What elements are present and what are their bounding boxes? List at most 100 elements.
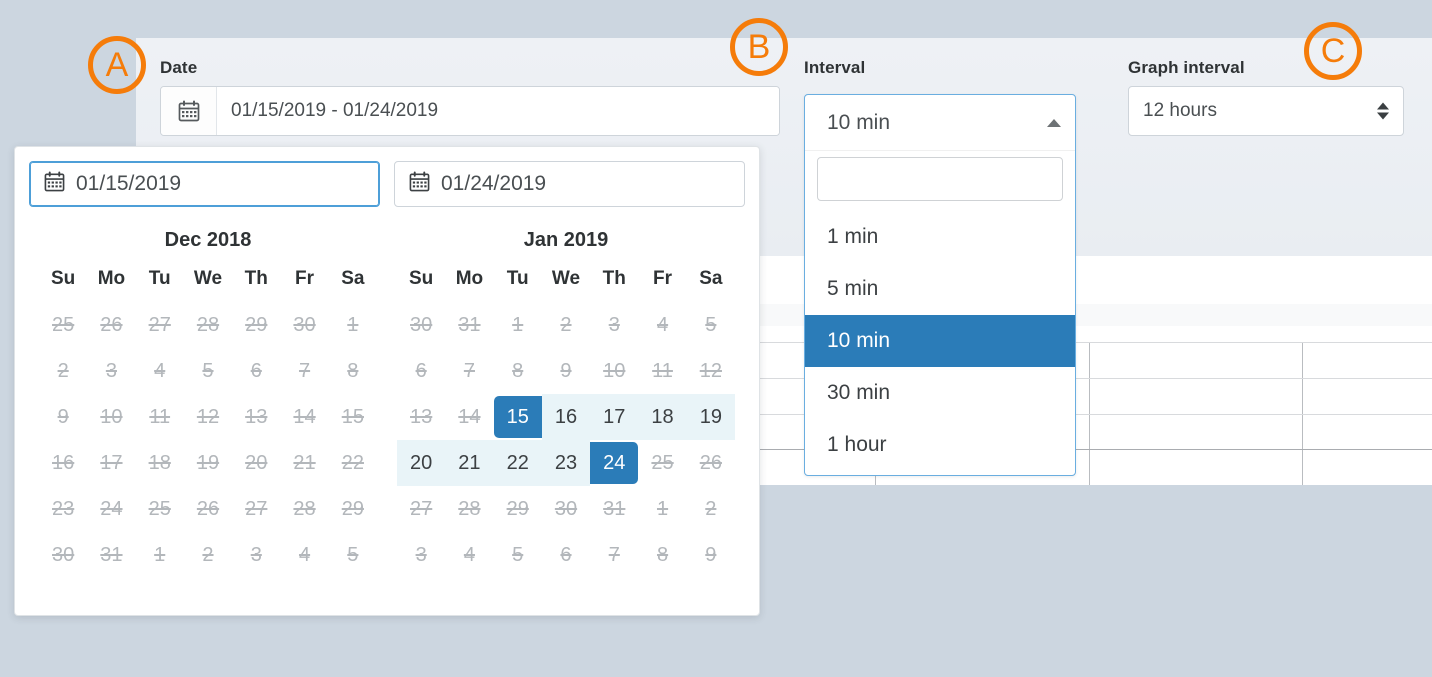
calendar-day-cell[interactable]: 8 [494, 348, 542, 394]
calendar-day-cell[interactable]: 1 [136, 532, 184, 578]
calendar-day-cell[interactable]: 16 [39, 440, 87, 486]
calendar-day-cell[interactable]: 30 [542, 486, 590, 532]
calendar-day-cell[interactable]: 27 [232, 486, 280, 532]
calendar-day-cell[interactable]: 22 [493, 440, 542, 486]
calendar-day-cell[interactable]: 11 [136, 394, 184, 440]
calendar-day-cell[interactable]: 10 [590, 348, 638, 394]
calendar-day-cell[interactable]: 9 [39, 394, 87, 440]
calendar-day-cell[interactable]: 29 [494, 486, 542, 532]
calendar-day-cell[interactable]: 5 [184, 348, 232, 394]
calendar-day-cell[interactable]: 14 [280, 394, 328, 440]
calendar-day-cell[interactable]: 5 [329, 532, 377, 578]
calendar-day-cell[interactable]: 6 [397, 348, 445, 394]
calendar-day-cell[interactable]: 31 [590, 486, 638, 532]
calendar-day-cell[interactable]: 28 [184, 302, 232, 348]
calendar-day-cell[interactable]: 4 [638, 302, 686, 348]
calendar-day-cell[interactable]: 26 [184, 486, 232, 532]
calendar-day-cell[interactable]: 29 [329, 486, 377, 532]
calendar-day-cell[interactable]: 26 [687, 440, 735, 486]
calendar-day-cell[interactable]: 30 [280, 302, 328, 348]
calendar-day-cell[interactable]: 18 [638, 394, 687, 440]
interval-option-5min[interactable]: 5 min [805, 263, 1075, 315]
calendar-day-cell[interactable]: 7 [590, 532, 638, 578]
calendar-day-cell[interactable]: 19 [184, 440, 232, 486]
calendar-day-cell[interactable]: 2 [542, 302, 590, 348]
interval-option-1min[interactable]: 1 min [805, 211, 1075, 263]
calendar-day-cell[interactable]: 9 [542, 348, 590, 394]
interval-option-30min[interactable]: 30 min [805, 367, 1075, 419]
calendar-day-cell[interactable]: 5 [687, 302, 735, 348]
calendar-day-cell[interactable]: 14 [445, 394, 493, 440]
calendar-day-cell[interactable]: 11 [638, 348, 686, 394]
calendar-day-cell[interactable]: 26 [87, 302, 135, 348]
calendar-day-cell[interactable]: 20 [397, 440, 446, 486]
caret-up-icon[interactable] [1047, 118, 1061, 127]
date-range-value[interactable]: 01/15/2019 - 01/24/2019 [217, 87, 779, 135]
calendar-day-cell[interactable]: 3 [397, 532, 445, 578]
calendar-day-cell[interactable]: 23 [541, 440, 591, 486]
calendar-day-cell[interactable]: 25 [39, 302, 87, 348]
calendar-day-cell[interactable]: 19 [686, 394, 735, 440]
calendar-day-cell[interactable]: 29 [232, 302, 280, 348]
calendar-day-cell[interactable]: 31 [445, 302, 493, 348]
calendar-day-cell[interactable]: 13 [232, 394, 280, 440]
graph-interval-select[interactable]: 12 hours [1128, 86, 1404, 136]
calendar-day-cell[interactable]: 15 [329, 394, 377, 440]
calendar-day-cell[interactable]: 7 [280, 348, 328, 394]
calendar-day-cell[interactable]: 25 [638, 440, 686, 486]
calendar-day-cell[interactable]: 28 [445, 486, 493, 532]
interval-option-10min[interactable]: 10 min [805, 315, 1075, 367]
start-date-input[interactable]: 01/15/2019 [29, 161, 380, 207]
calendar-day-cell[interactable]: 1 [329, 302, 377, 348]
calendar-icon[interactable] [161, 87, 217, 135]
calendar-day-cell[interactable]: 16 [541, 394, 591, 440]
calendar-day-cell[interactable]: 1 [638, 486, 686, 532]
calendar-day-cell[interactable]: 30 [397, 302, 445, 348]
calendar-day-cell[interactable]: 7 [445, 348, 493, 394]
calendar-day-cell[interactable]: 15 [493, 394, 542, 440]
calendar-day-cell[interactable]: 24 [87, 486, 135, 532]
calendar-day-cell[interactable]: 18 [136, 440, 184, 486]
calendar-day-cell[interactable]: 28 [280, 486, 328, 532]
calendar-day-cell[interactable]: 30 [39, 532, 87, 578]
calendar-day-cell[interactable]: 10 [87, 394, 135, 440]
calendar-day-cell[interactable]: 4 [445, 532, 493, 578]
calendar-day-cell[interactable]: 23 [39, 486, 87, 532]
calendar-day-cell[interactable]: 13 [397, 394, 445, 440]
calendar-day-cell[interactable]: 17 [87, 440, 135, 486]
interval-option-1hour[interactable]: 1 hour [805, 419, 1075, 471]
calendar-day-cell[interactable]: 4 [136, 348, 184, 394]
calendar-day-cell[interactable]: 20 [232, 440, 280, 486]
calendar-day-cell[interactable]: 5 [494, 532, 542, 578]
calendar-day-cell[interactable]: 9 [687, 532, 735, 578]
calendar-day-cell[interactable]: 6 [542, 532, 590, 578]
calendar-day-cell[interactable]: 25 [136, 486, 184, 532]
calendar-day-cell[interactable]: 4 [280, 532, 328, 578]
date-range-input[interactable]: 01/15/2019 - 01/24/2019 [160, 86, 780, 136]
calendar-day-cell[interactable]: 2 [687, 486, 735, 532]
interval-dropdown-toggle[interactable]: 10 min [805, 95, 1075, 151]
calendar-day-cell[interactable]: 22 [329, 440, 377, 486]
interval-dropdown[interactable]: 10 min 1 min 5 min 10 min 30 min 1 hour [804, 94, 1076, 476]
interval-search-input[interactable] [817, 157, 1063, 201]
calendar-day-cell[interactable]: 1 [494, 302, 542, 348]
spinner-updown-icon[interactable] [1377, 102, 1389, 120]
calendar-day-cell[interactable]: 12 [687, 348, 735, 394]
calendar-day-cell[interactable]: 27 [397, 486, 445, 532]
calendar-day-cell[interactable]: 31 [87, 532, 135, 578]
calendar-day-cell[interactable]: 2 [184, 532, 232, 578]
calendar-day-cell[interactable]: 3 [232, 532, 280, 578]
calendar-day-cell[interactable]: 2 [39, 348, 87, 394]
calendar-day-cell[interactable]: 8 [329, 348, 377, 394]
calendar-day-cell[interactable]: 17 [590, 394, 639, 440]
calendar-day-cell[interactable]: 21 [445, 440, 494, 486]
calendar-day-cell[interactable]: 6 [232, 348, 280, 394]
calendar-day-cell[interactable]: 3 [590, 302, 638, 348]
calendar-day-cell[interactable]: 27 [136, 302, 184, 348]
calendar-day-cell[interactable]: 3 [87, 348, 135, 394]
calendar-day-cell[interactable]: 8 [638, 532, 686, 578]
calendar-day-cell[interactable]: 24 [590, 440, 639, 486]
end-date-input[interactable]: 01/24/2019 [394, 161, 745, 207]
calendar-day-cell[interactable]: 12 [184, 394, 232, 440]
calendar-day-cell[interactable]: 21 [280, 440, 328, 486]
